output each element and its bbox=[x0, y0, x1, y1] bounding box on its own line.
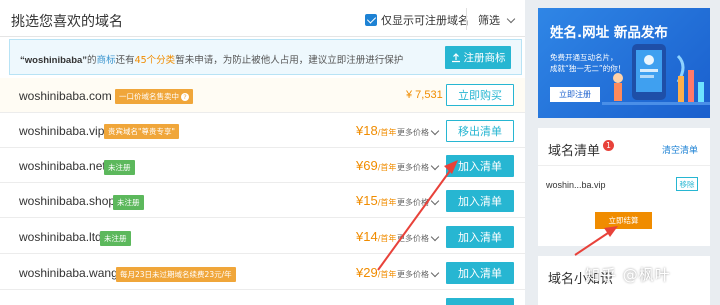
category-count-link[interactable]: 45个分类 bbox=[135, 55, 176, 66]
help-icon: ? bbox=[181, 93, 189, 101]
more-prices-toggle[interactable]: 更多价格 bbox=[397, 196, 440, 208]
register-trademark-button[interactable]: 注册商标 bbox=[445, 46, 511, 69]
domain-row: woshinibaba.wang 每月23日未过期域名续费23元/年 ¥29/首… bbox=[0, 255, 525, 290]
cart-title: 域名清单 1 bbox=[548, 140, 615, 159]
price: ¥18/首年 bbox=[356, 123, 397, 138]
checkbox-checked-icon[interactable] bbox=[365, 14, 377, 26]
price: ¥14/首年 bbox=[356, 229, 397, 244]
chevron-down-icon bbox=[430, 196, 440, 206]
checkout-button[interactable]: 立即结算 bbox=[595, 212, 652, 229]
status-tag: 每月23日未过期域名续费23元/年 bbox=[116, 267, 236, 282]
results-header: 挑选您喜欢的域名 仅显示可注册域名 筛选 bbox=[0, 0, 525, 37]
status-tag: 贵宾域名"尊贵专享" bbox=[104, 124, 179, 139]
add-to-list-button-partial[interactable] bbox=[446, 298, 514, 305]
domain-row: woshinibaba.shop 未注册 ¥15/首年 更多价格 加入清单 bbox=[0, 184, 525, 218]
domain-row-partial bbox=[0, 291, 525, 305]
price: ¥ 7,531 bbox=[406, 89, 443, 101]
remove-from-list-button[interactable]: 移出清单 bbox=[446, 120, 514, 142]
page-title: 挑选您喜欢的域名 bbox=[11, 14, 123, 30]
cart-item-name: woshin...ba.vip bbox=[546, 180, 606, 190]
remove-item-button[interactable]: 移除 bbox=[676, 177, 698, 191]
add-to-list-button[interactable]: 加入清单 bbox=[446, 226, 514, 248]
add-to-list-button[interactable]: 加入清单 bbox=[446, 262, 514, 284]
chevron-down-icon bbox=[506, 14, 516, 23]
filter-label: 仅显示可注册域名 bbox=[381, 14, 469, 27]
domain-name: woshinibaba.ltd bbox=[19, 230, 102, 244]
cart-count-badge: 1 bbox=[603, 140, 615, 151]
domain-cart: 域名清单 1 清空清单 woshin...ba.vip 移除 立即结算 bbox=[538, 128, 710, 246]
filter-dropdown-label: 筛选 bbox=[478, 14, 500, 27]
trademark-notice-text: “woshinibaba”的商标还有45个分类暂未申请，为防止被他人占用，建议立… bbox=[20, 55, 404, 66]
trademark-link[interactable]: 商标 bbox=[97, 55, 116, 66]
buy-now-button[interactable]: 立即购买 bbox=[446, 84, 514, 106]
chevron-down-icon bbox=[430, 161, 440, 171]
filter-dropdown[interactable]: 筛选 bbox=[478, 12, 516, 28]
domain-name: woshinibaba.net bbox=[19, 159, 106, 173]
clear-cart-link[interactable]: 清空清单 bbox=[662, 143, 698, 156]
more-prices-toggle[interactable]: 更多价格 bbox=[397, 126, 440, 138]
more-prices-toggle[interactable]: 更多价格 bbox=[397, 232, 440, 244]
domain-name: woshinibaba.shop bbox=[19, 194, 116, 208]
divider bbox=[466, 8, 467, 30]
domain-name: woshinibaba.wang bbox=[19, 266, 118, 280]
promo-banner[interactable]: 姓名.网址 新品发布 免费开通互动名片， 成就“独一无二”的你！ 立即注册 bbox=[538, 8, 710, 118]
add-to-list-button[interactable]: 加入清单 bbox=[446, 155, 514, 177]
chevron-down-icon bbox=[430, 268, 440, 278]
registrable-only-filter[interactable]: 仅显示可注册域名 bbox=[365, 12, 469, 28]
add-to-list-button[interactable]: 加入清单 bbox=[446, 190, 514, 212]
domain-row: woshinibaba.ltd 未注册 ¥14/首年 更多价格 加入清单 bbox=[0, 219, 525, 254]
status-tag: 一口价域名售卖中? bbox=[115, 89, 193, 104]
domain-row: woshinibaba.com 一口价域名售卖中? ¥ 7,531 立即购买 bbox=[0, 78, 525, 113]
more-prices-toggle[interactable]: 更多价格 bbox=[397, 161, 440, 173]
divider bbox=[538, 165, 710, 166]
status-tag: 未注册 bbox=[104, 160, 135, 175]
price: ¥15/首年 bbox=[356, 193, 397, 208]
status-tag: 未注册 bbox=[113, 195, 144, 210]
domain-name: woshinibaba.vip bbox=[19, 124, 105, 138]
chevron-down-icon bbox=[430, 232, 440, 242]
upload-icon bbox=[451, 52, 460, 62]
more-prices-toggle[interactable]: 更多价格 bbox=[397, 268, 440, 280]
watermark: 知乎 @枫叶 bbox=[585, 266, 671, 284]
domain-name: woshinibaba.com bbox=[19, 89, 112, 103]
banner-register-button[interactable]: 立即注册 bbox=[550, 87, 600, 102]
status-tag: 未注册 bbox=[100, 231, 131, 246]
domain-row: woshinibaba.vip 贵宾域名"尊贵专享" ¥18/首年 更多价格 移… bbox=[0, 114, 525, 148]
price: ¥69/首年 bbox=[356, 158, 397, 173]
banner-illustration bbox=[602, 44, 710, 105]
price: ¥29/首年 bbox=[356, 265, 397, 280]
domain-row: woshinibaba.net 未注册 ¥69/首年 更多价格 加入清单 bbox=[0, 149, 525, 183]
trademark-notice: “woshinibaba”的商标还有45个分类暂未申请，为防止被他人占用，建议立… bbox=[9, 39, 522, 75]
chevron-down-icon bbox=[430, 126, 440, 136]
domain-results-panel: 挑选您喜欢的域名 仅显示可注册域名 筛选 “woshinibaba”的商标还有4… bbox=[0, 0, 525, 305]
